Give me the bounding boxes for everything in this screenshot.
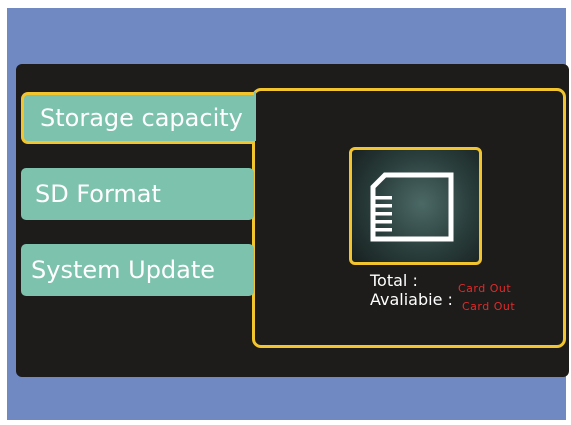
menu-item-label: System Update: [31, 256, 216, 284]
menu-item-label: SD Format: [35, 180, 161, 208]
available-value: Card Out: [462, 300, 516, 313]
total-capacity-value-row: Card Out: [458, 277, 511, 296]
sd-card-icon: [370, 172, 454, 242]
menu-item-storage-capacity[interactable]: Storage capacity: [21, 92, 254, 144]
menu-item-system-update[interactable]: System Update: [21, 244, 254, 296]
available-label: Avaliabie :: [370, 290, 453, 309]
available-capacity-row: Avaliabie :: [370, 290, 453, 309]
total-value: Card Out: [458, 282, 512, 295]
menu-item-sd-format[interactable]: SD Format: [21, 168, 254, 220]
menu-item-label: Storage capacity: [40, 104, 243, 132]
available-capacity-value-row: Card Out: [462, 295, 515, 314]
total-label: Total :: [370, 271, 418, 290]
total-capacity-row: Total :: [370, 271, 418, 290]
